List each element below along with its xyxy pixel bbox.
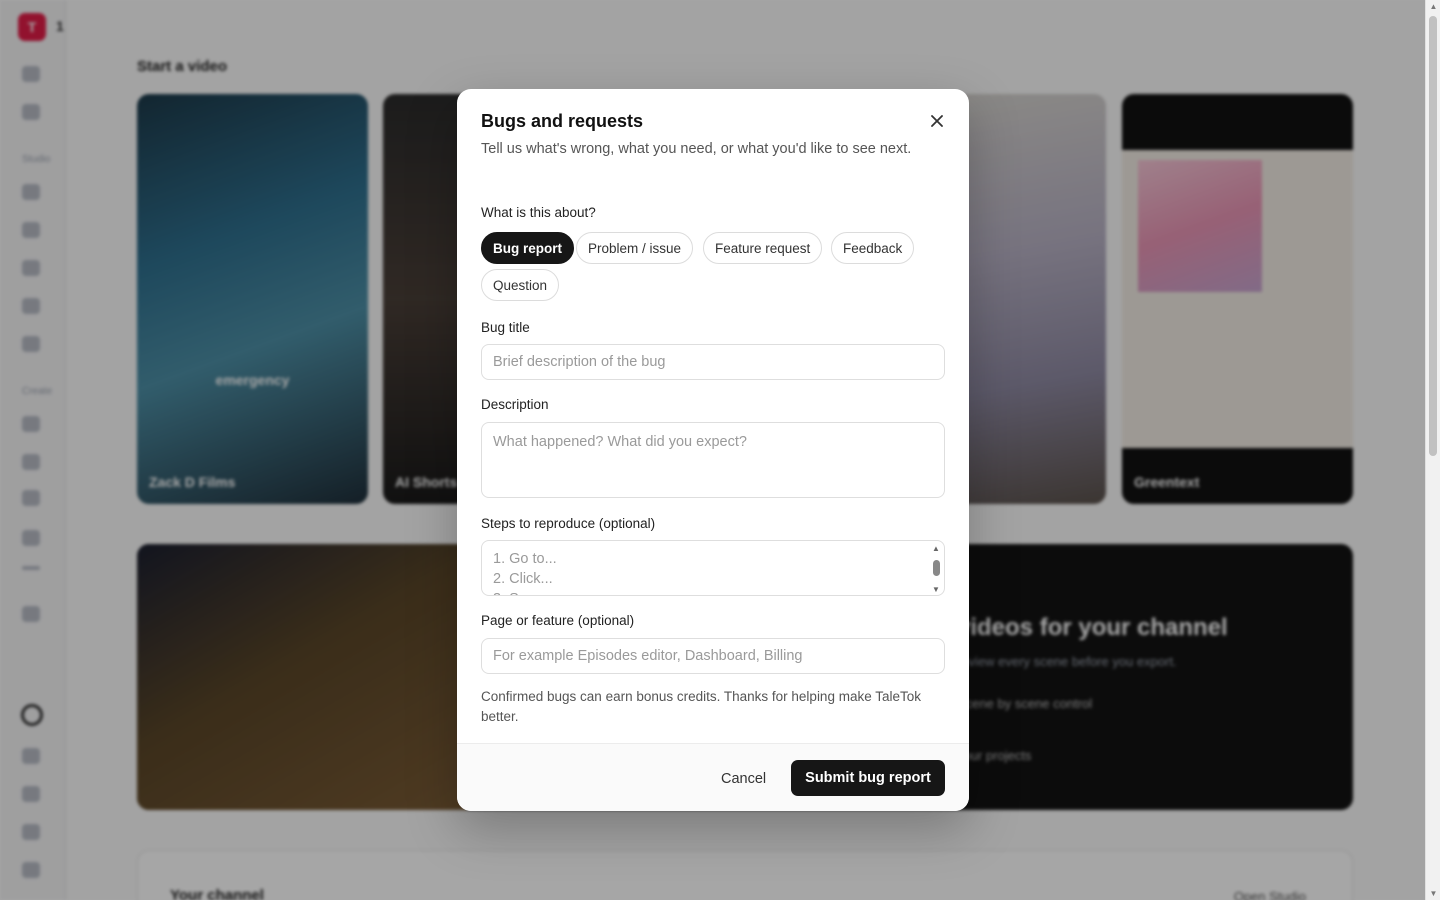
bug-report-dialog: Bugs and requests Tell us what's wrong, …: [457, 89, 969, 811]
steps-scroll-thumb[interactable]: [933, 560, 940, 576]
chip-question[interactable]: Question: [481, 269, 560, 301]
steps-scroll-down-icon[interactable]: ▼: [930, 585, 942, 595]
cancel-button[interactable]: Cancel: [709, 762, 778, 796]
description-label: Description: [481, 397, 549, 412]
close-button[interactable]: [927, 111, 947, 131]
steps-textarea[interactable]: 1. Go to... 2. Click... 3. See error ▲ ▼: [481, 540, 945, 596]
chip-feedback[interactable]: Feedback: [831, 232, 915, 264]
dialog-title: Bugs and requests: [481, 111, 644, 131]
category-label: What is this about?: [481, 205, 596, 220]
scroll-up-arrow[interactable]: ▲: [1426, 2, 1440, 11]
steps-scrollbar[interactable]: ▲ ▼: [930, 543, 942, 595]
page-feature-input[interactable]: [481, 638, 945, 674]
page-feature-label: Page or feature (optional): [481, 613, 635, 628]
dialog-subtitle: Tell us what's wrong, what you need, or …: [481, 141, 912, 157]
scroll-down-arrow[interactable]: ▼: [1426, 889, 1440, 898]
scroll-thumb[interactable]: [1429, 16, 1437, 456]
steps-scroll-up-icon[interactable]: ▲: [930, 544, 942, 554]
steps-placeholder: 1. Go to... 2. Click... 3. See error: [493, 551, 570, 595]
steps-label: Steps to reproduce (optional): [481, 516, 656, 531]
chip-bug-report[interactable]: Bug report: [481, 232, 574, 264]
page-scrollbar[interactable]: ▲ ▼: [1425, 0, 1440, 900]
bonus-credits-note: Confirmed bugs can earn bonus credits. T…: [481, 689, 921, 724]
description-textarea[interactable]: [481, 422, 945, 498]
close-icon: [931, 115, 943, 127]
submit-bug-report-button[interactable]: Submit bug report: [791, 760, 945, 796]
bug-title-label: Bug title: [481, 320, 530, 335]
bug-title-input[interactable]: [481, 344, 945, 380]
chip-problem-issue[interactable]: Problem / issue: [576, 232, 694, 264]
chip-feature-request[interactable]: Feature request: [703, 232, 823, 264]
dialog-footer: Cancel Submit bug report: [457, 743, 969, 811]
dialog-body: Bugs and requests Tell us what's wrong, …: [457, 89, 969, 743]
